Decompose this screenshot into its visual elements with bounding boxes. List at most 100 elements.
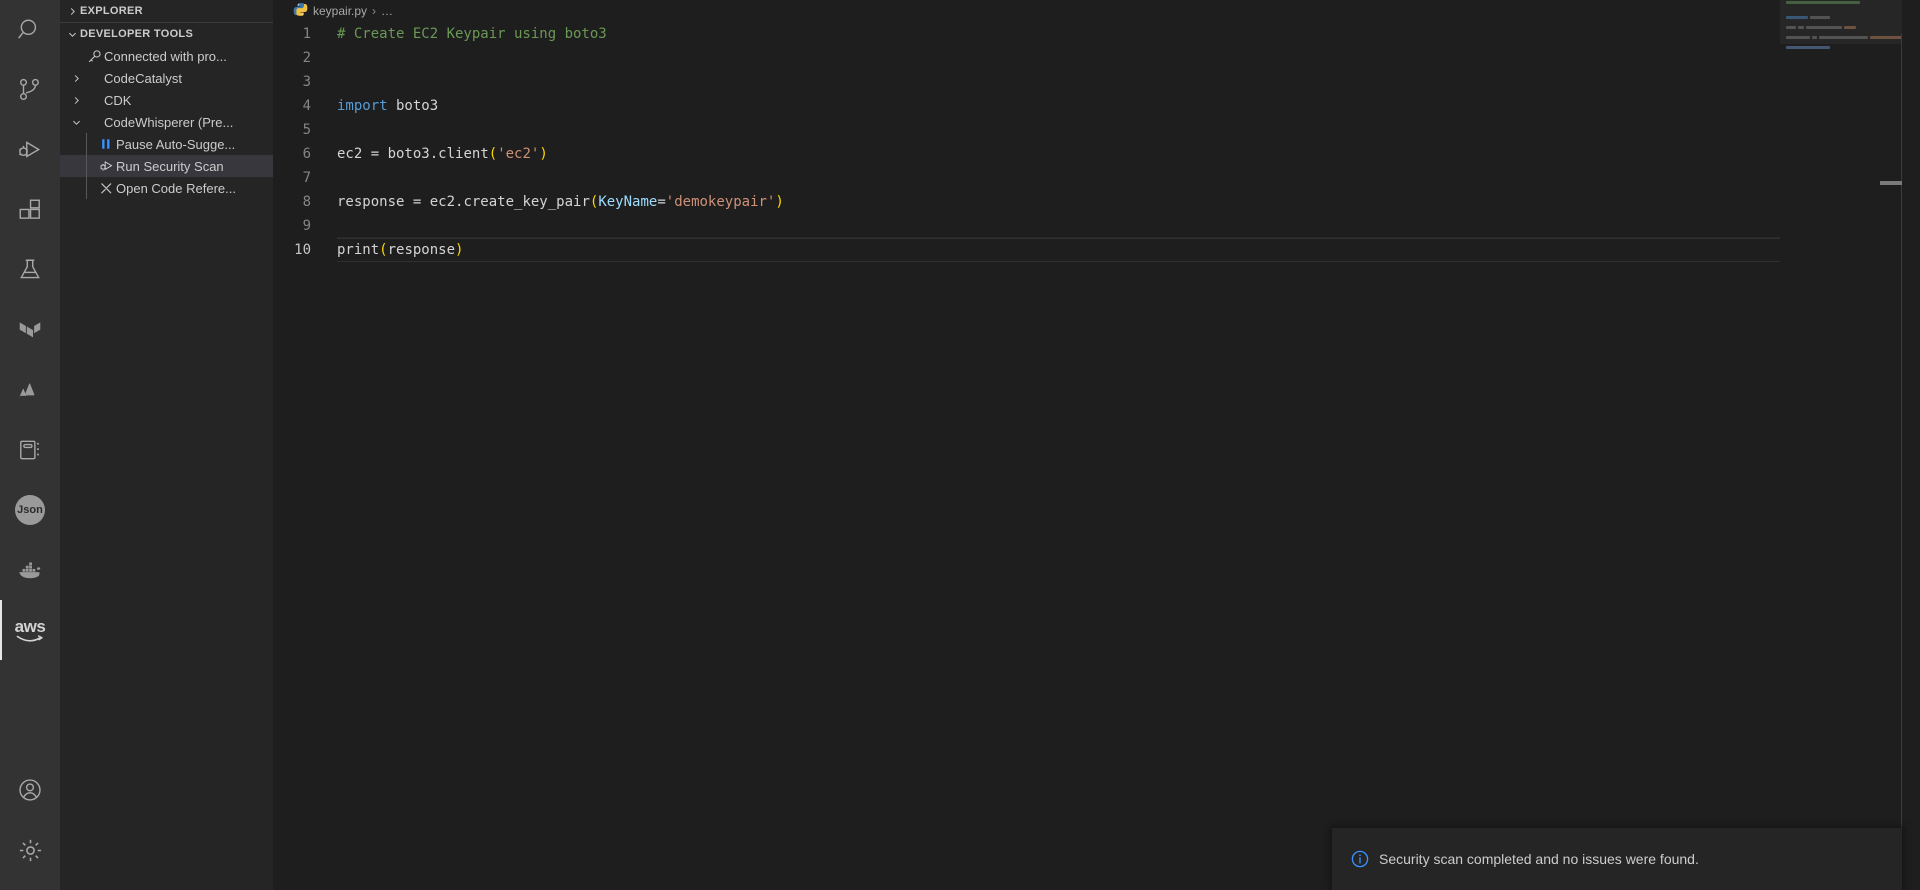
search-icon[interactable] [0,0,60,60]
minimap-border [1901,34,1902,890]
code-token: client [438,146,489,162]
code-line[interactable]: 1 # Create EC2 Keypair using boto3 [273,22,1920,46]
code-token: print [337,242,380,258]
breadcrumb: keypair.py › … [273,0,1920,22]
explorer-pane-title: EXPLORER [80,5,143,17]
code-token: create_key_pair [463,194,590,210]
code-token: . [429,146,439,162]
extensions-icon[interactable] [0,180,60,240]
code-token: boto3 [387,146,430,162]
tree-item-pause-auto-suggestions[interactable]: Pause Auto-Sugge... [60,133,273,155]
code-line[interactable]: 4 import boto3 [273,94,1920,118]
chevron-down-icon [64,29,80,40]
tree-item-run-security-scan[interactable]: Run Security Scan [60,155,273,177]
breadcrumb-file[interactable]: keypair.py [293,2,367,20]
code-line-text [337,70,1920,94]
code-token: # Create EC2 Keypair using boto3 [337,26,607,42]
code-token: = [370,146,388,162]
tree-item-cdk[interactable]: CDK [60,89,273,111]
code-token: ) [455,242,464,258]
code-line[interactable]: 9 [273,214,1920,238]
code-token: response [337,194,413,210]
editor-group: keypair.py › … 1 # Create EC2 Keypair usi… [273,0,1920,890]
code-line-text [337,118,1920,142]
code-line-text [337,46,1920,70]
tree-item-open-code-references[interactable]: Open Code Refere... [60,177,273,199]
line-number: 9 [302,218,311,234]
chevron-right-icon [64,6,80,17]
code-token: boto3 [387,98,439,114]
tree-item-label: Open Code Refere... [116,180,236,196]
pause-icon [96,137,116,151]
line-number: 5 [302,122,311,138]
code-token: ) [539,146,548,162]
tree-item-codewhisperer[interactable]: CodeWhisperer (Pre... [60,111,273,133]
code-line[interactable]: 6 ec2 = boto3.client('ec2') [273,142,1920,166]
code-token: response [387,242,456,258]
developer-tools-pane-header[interactable]: DEVELOPER TOOLS [60,23,273,45]
code-line-text: print(response) [337,237,1800,262]
code-references-icon [96,181,116,196]
security-scan-icon [96,159,116,174]
json-icon[interactable]: Json [0,480,60,540]
source-control-icon[interactable] [0,60,60,120]
line-number: 1 [302,26,311,42]
code-line[interactable]: 2 [273,46,1920,70]
breadcrumb-overflow[interactable]: … [381,4,393,18]
line-number: 10 [294,242,311,258]
vscode-window: Json aws EXPLORER DEVELOPER TOOLS Connec… [0,0,1920,890]
code-line-text: response = ec2.create_key_pair(KeyName='… [337,190,1920,214]
manage-settings-gear-icon[interactable] [0,820,60,880]
code-line-text [337,166,1920,190]
terraform-icon[interactable] [0,300,60,360]
code-token: KeyName [598,194,658,210]
line-number: 7 [302,170,311,186]
key-icon [84,49,104,64]
tree-item-codecatalyst[interactable]: CodeCatalyst [60,67,273,89]
code-token: ec2 [337,146,371,162]
aws-logo-label: aws [14,616,46,636]
atlassian-icon[interactable] [0,360,60,420]
chevron-right-icon[interactable] [68,95,84,106]
aws-toolkit-icon[interactable]: aws [0,600,60,660]
code-line[interactable]: 8 response = ec2.create_key_pair(KeyName=… [273,190,1920,214]
python-file-icon [293,2,308,20]
line-number: 6 [302,146,311,162]
tree-item-label: CodeCatalyst [104,70,183,86]
developer-tools-pane-title: DEVELOPER TOOLS [80,28,194,40]
line-number: 4 [302,98,311,114]
activity-bar: Json aws [0,0,60,890]
run-and-debug-icon[interactable] [0,120,60,180]
code-token: 'ec2' [497,146,540,162]
breadcrumb-separator-icon: › [372,4,377,18]
code-token: ( [379,242,388,258]
code-token: = [657,194,666,210]
testing-flask-icon[interactable] [0,240,60,300]
code-token: ec2 [429,194,456,210]
code-line[interactable]: 5 [273,118,1920,142]
code-token: 'demokeypair' [665,194,776,210]
accounts-icon[interactable] [0,760,60,820]
code-line[interactable]: 3 [273,70,1920,94]
code-line-text [337,214,1920,238]
activity-bar-top-group: Json aws [0,0,60,660]
notification-toast[interactable]: Security scan completed and no issues we… [1332,828,1902,890]
docker-icon[interactable] [0,540,60,600]
notification-message: Security scan completed and no issues we… [1379,851,1699,867]
code-token: import [337,98,388,114]
notebook-icon[interactable] [0,420,60,480]
code-token: ) [775,194,784,210]
code-line[interactable]: 7 [273,166,1920,190]
tree-item-label: Connected with pro... [104,48,227,64]
code-line[interactable]: 10 print(response) [273,237,1920,262]
chevron-down-icon[interactable] [68,117,84,128]
scrollbar-decoration [1880,181,1902,185]
tree-item-label: CDK [104,92,132,108]
code-editor[interactable]: 1 # Create EC2 Keypair using boto3 2 3 4 im… [273,22,1920,262]
activity-bar-bottom-group [0,760,60,890]
code-line-text: ec2 = boto3.client('ec2') [337,142,1920,166]
chevron-right-icon[interactable] [68,73,84,84]
aws-logo: aws [15,618,46,643]
explorer-pane-header[interactable]: EXPLORER [60,0,273,22]
tree-item-connected-with-profile[interactable]: Connected with pro... [60,45,273,67]
